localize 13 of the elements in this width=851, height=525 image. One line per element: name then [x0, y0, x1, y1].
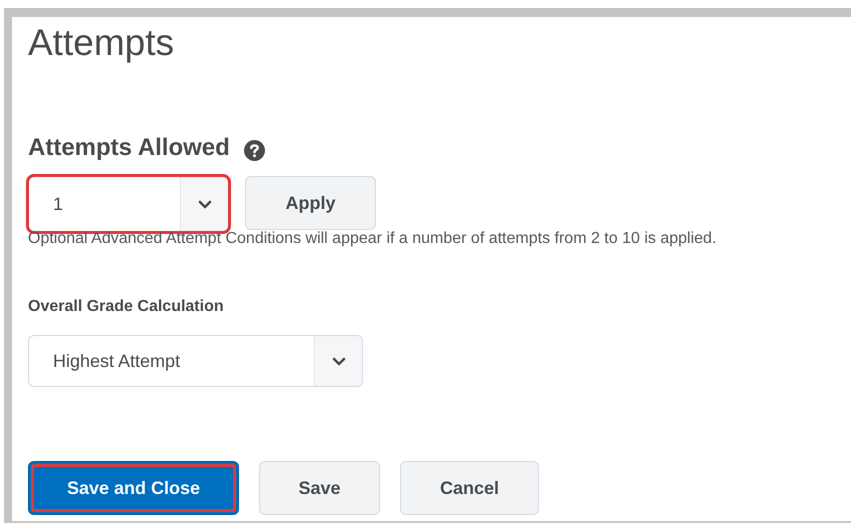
secondary-button[interactable]: Cancel	[400, 461, 539, 515]
section-label: Overall Grade Calculation	[28, 298, 225, 316]
chevron-down-icon	[198, 200, 212, 208]
dropdown-field[interactable]: 1	[28, 176, 229, 232]
section-label: Attempts Allowed	[28, 134, 230, 162]
dropdown-field[interactable]: Highest Attempt	[28, 335, 363, 387]
page-title: Attempts	[28, 21, 175, 65]
primary-button[interactable]: Save and Close	[28, 461, 239, 515]
apply-button[interactable]: Apply	[245, 176, 376, 230]
hint-text: Optional Advanced Attempt Conditions will appear if a number of attempts from 2 to 10 is applied.	[28, 230, 718, 248]
help-icon[interactable]	[244, 140, 265, 160]
secondary-button[interactable]: Save	[259, 461, 380, 515]
chevron-down-icon	[332, 356, 346, 366]
